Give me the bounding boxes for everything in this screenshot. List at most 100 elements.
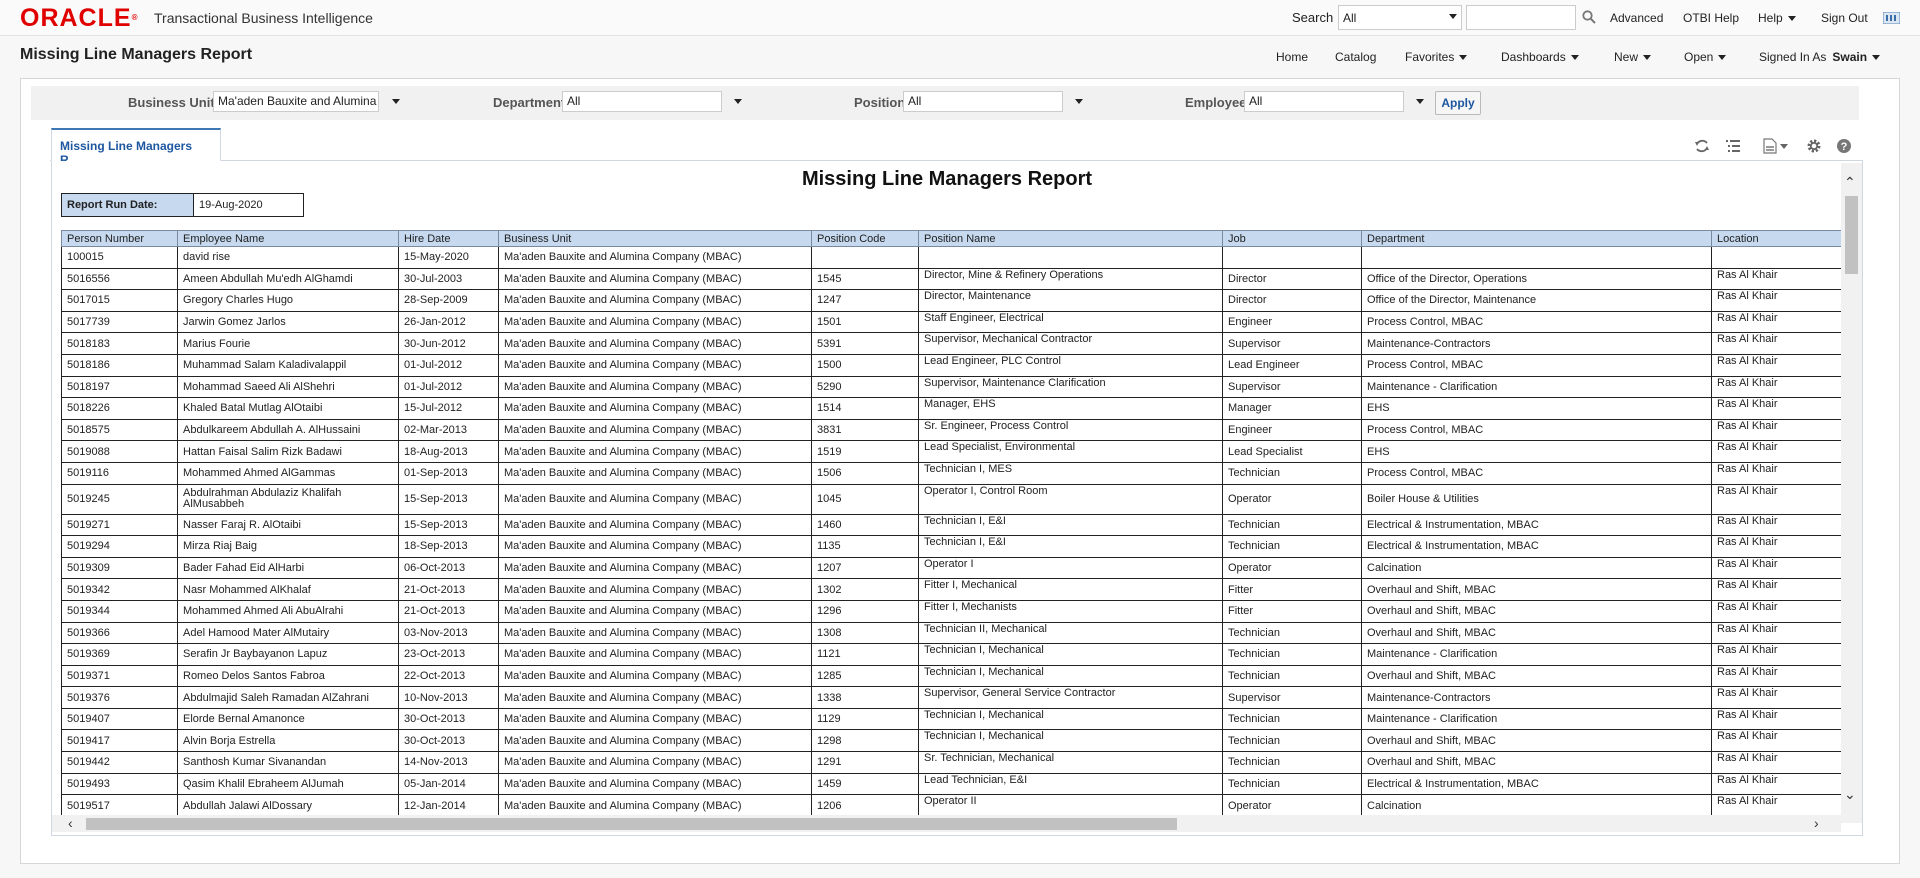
table-cell	[1222, 246, 1362, 269]
table-cell: 5019309	[61, 556, 178, 580]
gear-icon[interactable]	[1806, 138, 1822, 154]
table-cell: Khaled Batal Mutlag AlOtaibi	[177, 397, 399, 420]
table-cell: 1206	[811, 794, 919, 817]
horizontal-scroll-thumb[interactable]	[86, 818, 1177, 830]
table-cell: 14-Nov-2013	[398, 751, 499, 774]
table-cell: Ma'aden Bauxite and Alumina Company (MBA…	[498, 513, 812, 537]
chevron-down-icon[interactable]	[1416, 99, 1424, 104]
help-menu[interactable]: Help	[1758, 11, 1796, 25]
table-cell: Ras Al Khair	[1711, 751, 1854, 774]
table-cell: 1135	[811, 535, 919, 558]
table-row: 5019369 Serafin Jr Baybayanon Lapuz 23-Oct…	[61, 643, 1854, 666]
table-cell: Technician	[1222, 535, 1362, 558]
table-cell: Ma'aden Bauxite and Alumina Company (MBA…	[498, 246, 812, 269]
scroll-up-icon[interactable]: ⌃	[1844, 175, 1856, 189]
app-name: Transactional Business Intelligence	[154, 10, 373, 26]
table-cell: Qasim Khalil Ebraheem AlJumah	[177, 772, 399, 796]
table-cell: 5017015	[61, 289, 178, 312]
table-cell: Lead Specialist, Environmental	[918, 440, 1223, 463]
table-cell: Operator I	[918, 556, 1223, 580]
employee-select[interactable]: All	[1244, 91, 1404, 112]
table-cell: Ras Al Khair	[1711, 686, 1854, 709]
table-cell: Manager	[1222, 397, 1362, 420]
table-cell: Sr. Technician, Mechanical	[918, 751, 1223, 774]
column-header[interactable]: Employee Name	[177, 230, 399, 247]
table-cell: 5019271	[61, 513, 178, 537]
nav-favorites[interactable]: Favorites	[1405, 50, 1468, 64]
department-select[interactable]: All	[562, 91, 722, 112]
position-select[interactable]: All	[903, 91, 1063, 112]
tab-missing-line-managers[interactable]: Missing Line Managers R...	[51, 128, 221, 167]
table-cell: 1298	[811, 729, 919, 753]
table-cell: Technician I, Mechanical	[918, 664, 1223, 688]
search-icon[interactable]	[1582, 10, 1596, 24]
table-cell: Technician I, Mechanical	[918, 729, 1223, 753]
table-cell: Hattan Faisal Salim Rizk Badawi	[177, 440, 399, 463]
refresh-icon[interactable]	[1694, 138, 1710, 154]
table-cell: Ma'aden Bauxite and Alumina Company (MBA…	[498, 686, 812, 709]
signed-in-as[interactable]: Signed In As Swain	[1759, 50, 1881, 64]
otbi-help-link[interactable]: OTBI Help	[1683, 11, 1739, 25]
nav-open[interactable]: Open	[1684, 50, 1727, 64]
list-icon[interactable]	[1725, 138, 1741, 154]
table-cell: Muhammad Salam Kaladivalappil	[177, 353, 399, 377]
business-unit-select[interactable]: Ma'aden Bauxite and Alumina	[213, 91, 379, 112]
table-cell: 22-Oct-2013	[398, 664, 499, 688]
table-row: 5018186 Muhammad Salam Kaladivalappil 01-J…	[61, 353, 1854, 377]
search-scope-select[interactable]: All	[1338, 5, 1462, 30]
table-cell: Engineer	[1222, 310, 1362, 334]
column-header[interactable]: Person Number	[61, 230, 178, 247]
column-header[interactable]: Location	[1711, 230, 1854, 247]
table-cell: 5019376	[61, 686, 178, 709]
accessibility-icon[interactable]	[1883, 12, 1900, 24]
advanced-link[interactable]: Advanced	[1610, 11, 1663, 25]
nav-dashboards-label: Dashboards	[1501, 50, 1566, 64]
column-header[interactable]: Position Name	[918, 230, 1223, 247]
table-row: 5017739 Jarwin Gomez Jarlos 26-Jan-2012 Ma'…	[61, 310, 1854, 334]
table-cell: Director, Maintenance	[918, 289, 1223, 312]
column-header[interactable]: Hire Date	[398, 230, 499, 247]
table-cell: 5018197	[61, 375, 178, 399]
apply-button[interactable]: Apply	[1435, 91, 1481, 115]
vertical-scroll-thumb[interactable]	[1845, 196, 1858, 274]
table-cell: Ras Al Khair	[1711, 664, 1854, 688]
table-cell: Ma'aden Bauxite and Alumina Company (MBA…	[498, 483, 812, 515]
column-header[interactable]: Job	[1222, 230, 1362, 247]
column-header[interactable]: Position Code	[811, 230, 919, 247]
chevron-down-icon[interactable]	[392, 99, 400, 104]
table-cell: 26-Jan-2012	[398, 310, 499, 334]
table-cell: 1545	[811, 267, 919, 291]
export-icon[interactable]	[1762, 138, 1790, 154]
chevron-down-icon	[1787, 16, 1796, 22]
table-cell: Electrical & Instrumentation, MBAC	[1361, 772, 1712, 796]
table-cell: Technician I, E&I	[918, 513, 1223, 537]
help-icon[interactable]: ?	[1836, 138, 1852, 154]
table-row: 5019407 Elorde Bernal Amanonce 30-Oct-2013…	[61, 707, 1854, 731]
table-cell: Maintenance - Clarification	[1361, 643, 1712, 666]
table-cell: Ras Al Khair	[1711, 643, 1854, 666]
scroll-down-icon[interactable]: ⌄	[1844, 787, 1856, 801]
table-cell: Electrical & Instrumentation, MBAC	[1361, 535, 1712, 558]
column-header[interactable]: Business Unit	[498, 230, 812, 247]
search-input[interactable]	[1466, 5, 1576, 30]
table-cell: Lead Specialist	[1222, 440, 1362, 463]
nav-new[interactable]: New	[1614, 50, 1652, 64]
nav-dashboards[interactable]: Dashboards	[1501, 50, 1579, 64]
scroll-left-icon[interactable]: ‹	[68, 816, 73, 830]
oracle-logo[interactable]: ORACLE®	[20, 6, 138, 31]
table-cell: Mohammed Ahmed Ali AbuAlrahi	[177, 599, 399, 623]
table-cell: Abdulkareem Abdullah A. AlHussaini	[177, 418, 399, 442]
table-cell: 5019245	[61, 483, 178, 515]
scroll-right-icon[interactable]: ›	[1814, 816, 1819, 830]
nav-catalog[interactable]: Catalog	[1335, 50, 1376, 64]
chevron-down-icon[interactable]	[734, 99, 742, 104]
signed-in-user: Swain	[1832, 50, 1868, 64]
nav-home[interactable]: Home	[1276, 50, 1308, 64]
table-cell: Ma'aden Bauxite and Alumina Company (MBA…	[498, 440, 812, 463]
column-header[interactable]: Department	[1361, 230, 1712, 247]
sign-out-link[interactable]: Sign Out	[1821, 11, 1868, 25]
chevron-down-icon[interactable]	[1075, 99, 1083, 104]
table-cell: Fitter I, Mechanists	[918, 599, 1223, 623]
table-cell: Ameen Abdullah Mu'edh AlGhamdi	[177, 267, 399, 291]
table-cell: Technician	[1222, 772, 1362, 796]
